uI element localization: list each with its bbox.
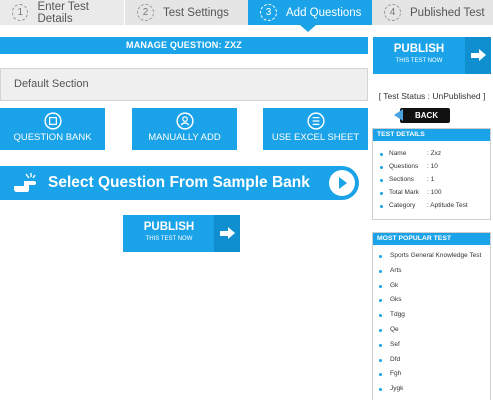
most-popular-test-title: MOST POPULAR TEST: [373, 233, 490, 245]
publish-test-button[interactable]: PUBLISH THIS TEST NOW: [123, 215, 240, 252]
detail-value: : Aptitude Test: [427, 202, 468, 209]
question-bank-label: QUESTION BANK: [13, 132, 92, 143]
step-number: 4: [384, 4, 401, 21]
test-status: [ Test Status : UnPublished ]: [378, 91, 486, 101]
back-button[interactable]: BACK: [394, 108, 450, 123]
step-number: 1: [12, 4, 29, 21]
popular-test-item[interactable]: Gks: [379, 296, 484, 304]
detail-key: Name: [389, 150, 407, 157]
step-published-test[interactable]: 4 Published Test: [372, 0, 493, 25]
active-step-pointer: [300, 25, 316, 32]
popular-test-item[interactable]: Sports General Knowledge Test: [379, 252, 484, 260]
popular-test-item[interactable]: Fgh: [379, 370, 484, 378]
manually-add-label: MANUALLY ADD: [148, 132, 221, 143]
detail-value: : 10: [427, 163, 438, 170]
publish-title: PUBLISH: [143, 221, 195, 233]
popular-test-item[interactable]: Dfd: [379, 356, 484, 364]
excel-sheet-icon: [306, 112, 325, 130]
popular-test-list: Sports General Knowledge Test Arts Gk Gk…: [373, 245, 490, 393]
step-test-settings[interactable]: 2 Test Settings: [124, 0, 248, 25]
popular-test-link[interactable]: Sef: [390, 341, 400, 349]
use-excel-sheet-label: USE EXCEL SHEET: [271, 132, 360, 143]
detail-key: Total Mark: [389, 189, 419, 196]
back-label: BACK: [415, 111, 439, 120]
detail-row: Questions : 10: [380, 163, 490, 176]
select-from-sample-bank-button[interactable]: Select Question From Sample Bank: [0, 166, 359, 200]
popular-test-link[interactable]: Sports General Knowledge Test: [390, 252, 481, 260]
step-add-questions[interactable]: 3 Add Questions: [248, 0, 372, 32]
detail-key: Sections: [389, 176, 414, 183]
popular-test-item[interactable]: Qe: [379, 326, 484, 334]
use-excel-sheet-button[interactable]: USE EXCEL SHEET: [263, 108, 368, 150]
wizard-steps: 1 Enter Test Details 2 Test Settings 3 A…: [0, 0, 493, 32]
detail-key: Category: [389, 202, 416, 209]
test-details-list: Name : Zxz Questions : 10 Sections : 1 Tota…: [373, 141, 490, 215]
popular-test-item[interactable]: Sef: [379, 341, 484, 349]
detail-value: : Zxz: [427, 150, 442, 157]
detail-row: Category : Aptitude Test: [380, 202, 490, 215]
step-label: Published Test: [410, 6, 485, 19]
popular-test-link[interactable]: Gk: [390, 282, 398, 290]
detail-value: : 1: [427, 176, 435, 183]
popular-test-link[interactable]: Dfd: [390, 356, 400, 364]
popular-test-link[interactable]: Qe: [390, 326, 399, 334]
popular-test-link[interactable]: Tdgg: [390, 311, 405, 319]
step-label: Enter Test Details: [37, 0, 90, 25]
popular-test-link[interactable]: Fgh: [390, 370, 401, 378]
arrow-left-icon: [394, 109, 403, 121]
manually-add-button[interactable]: MANUALLY ADD: [132, 108, 237, 150]
publish-subtitle: THIS TEST NOW: [145, 236, 193, 242]
detail-row: Total Mark : 100: [380, 189, 490, 202]
section-name[interactable]: Default Section: [0, 68, 368, 101]
sidebar-publish-test-button[interactable]: PUBLISH THIS TEST NOW: [373, 37, 491, 74]
detail-row: Sections : 1: [380, 176, 490, 189]
step-number: 2: [137, 4, 154, 21]
step-label: Test Settings: [163, 6, 229, 19]
detail-row: Name : Zxz: [380, 150, 490, 163]
test-details-panel: TEST DETAILS Name : Zxz Questions : 10 Sec…: [372, 128, 491, 220]
popular-test-link[interactable]: Arts: [390, 267, 402, 275]
popular-test-link[interactable]: Jygk: [390, 385, 403, 393]
question-bank-button[interactable]: QUESTION BANK: [0, 108, 105, 150]
popular-test-item[interactable]: Arts: [379, 267, 484, 275]
publish-subtitle: THIS TEST NOW: [395, 58, 443, 64]
detail-key: Questions: [389, 163, 419, 170]
most-popular-test-panel: MOST POPULAR TEST Sports General Knowled…: [372, 232, 491, 400]
step-label: Add Questions: [286, 6, 362, 19]
step-enter-test-details[interactable]: 1 Enter Test Details: [0, 0, 124, 25]
popular-test-item[interactable]: Jygk: [379, 385, 484, 393]
play-icon: [329, 170, 355, 196]
sample-bank-label: Select Question From Sample Bank: [48, 174, 310, 191]
popular-test-item[interactable]: Tdgg: [379, 311, 484, 319]
popular-test-link[interactable]: Gks: [390, 296, 402, 304]
arrow-right-icon: [214, 215, 240, 252]
popular-test-item[interactable]: Gk: [379, 282, 484, 290]
test-details-title: TEST DETAILS: [373, 129, 490, 141]
hand-pointer-icon: [14, 173, 36, 192]
detail-value: : 100: [427, 189, 442, 196]
step-number: 3: [260, 4, 277, 21]
publish-title: PUBLISH: [393, 43, 445, 55]
user-icon: [175, 112, 194, 130]
question-bank-icon: [43, 112, 62, 130]
arrow-right-icon: [465, 37, 491, 74]
manage-question-title: MANAGE QUESTION: ZXZ: [0, 37, 368, 54]
